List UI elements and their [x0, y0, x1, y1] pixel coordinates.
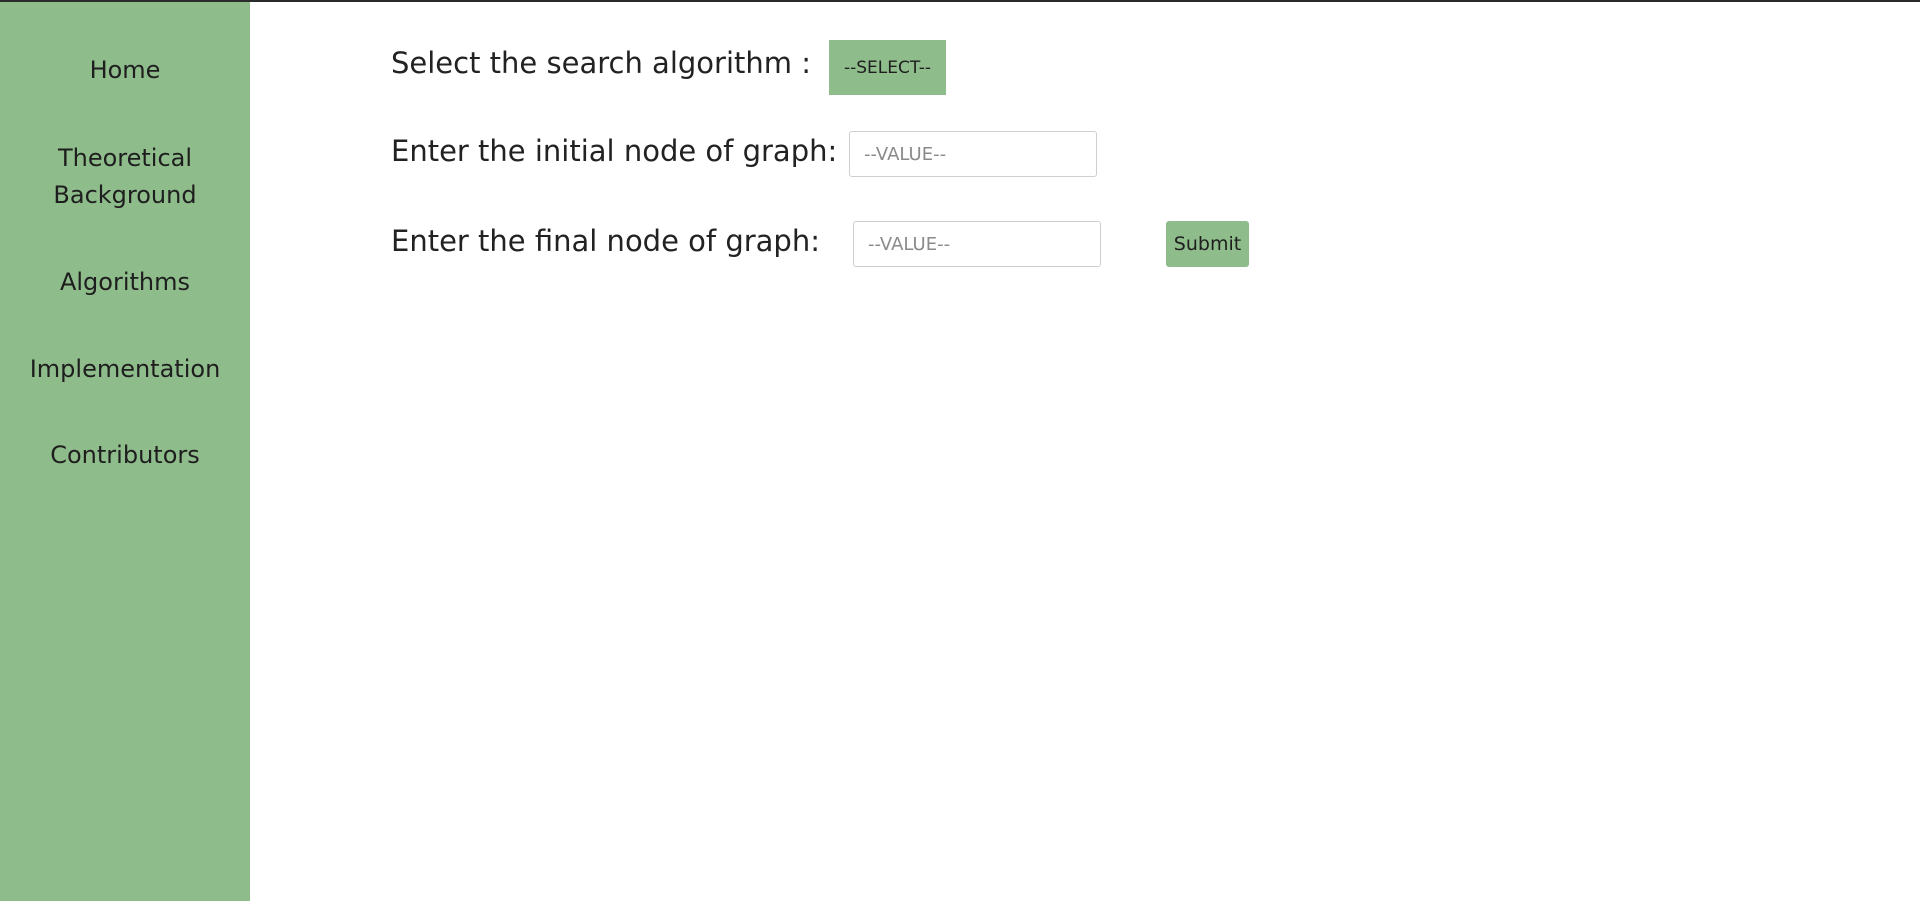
initial-node-input[interactable]: [849, 131, 1097, 177]
sidebar-item-algorithms[interactable]: Algorithms: [0, 264, 250, 301]
algorithm-label: Select the search algorithm :: [391, 46, 811, 80]
final-node-input[interactable]: [853, 221, 1101, 267]
final-node-label: Enter the final node of graph:: [391, 224, 820, 258]
sidebar-item-home[interactable]: Home: [0, 52, 250, 89]
sidebar-item-implementation[interactable]: Implementation: [0, 351, 250, 388]
initial-node-label: Enter the initial node of graph:: [391, 134, 838, 168]
submit-button[interactable]: Submit: [1166, 221, 1249, 267]
sidebar-item-label-line-2[interactable]: Background: [0, 177, 250, 214]
main-content: Select the search algorithm : --SELECT--…: [250, 2, 1920, 901]
sidebar-item-label-line-1[interactable]: Theoretical: [0, 140, 250, 177]
algorithm-select[interactable]: --SELECT--: [829, 40, 946, 95]
sidebar: Home Theoretical Background Algorithms I…: [0, 2, 250, 901]
sidebar-item-contributors[interactable]: Contributors: [0, 437, 250, 474]
